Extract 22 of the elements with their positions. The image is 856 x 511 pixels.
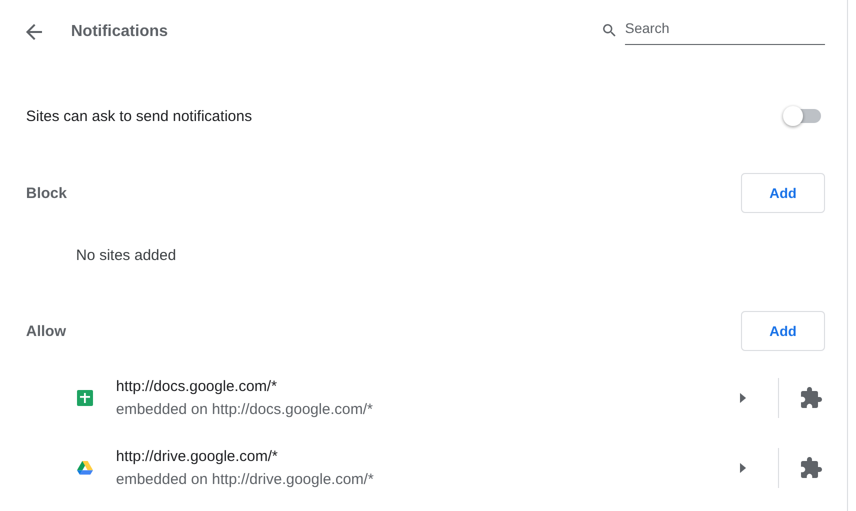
page-title: Notifications: [71, 23, 169, 41]
site-url: http://drive.google.com/*: [116, 448, 279, 465]
toggle-switch[interactable]: [783, 106, 821, 126]
extension-button[interactable]: [799, 386, 823, 410]
setting-label: Sites can ask to send notifications: [26, 108, 252, 124]
extension-button[interactable]: [799, 456, 823, 480]
add-button[interactable]: Add: [741, 173, 825, 213]
spreadsheet-icon: [77, 390, 93, 406]
site-url: http://docs.google.com/*: [116, 378, 278, 395]
section-title: Allow: [26, 322, 66, 340]
puzzle-piece-icon: [799, 456, 823, 480]
site-detail: embedded on http://docs.google.com/*: [116, 401, 374, 418]
section-title: Block: [26, 184, 67, 202]
empty-message: No sites added: [75, 246, 178, 266]
site-detail: embedded on http://drive.google.com/*: [116, 471, 375, 488]
search-icon: [601, 22, 618, 39]
back-arrow-icon: [26, 24, 42, 40]
caret-right-icon: [740, 463, 746, 473]
puzzle-piece-icon: [799, 386, 823, 410]
triangle-logo-icon: [77, 460, 93, 476]
add-button[interactable]: Add: [741, 311, 825, 351]
caret-right-icon: [740, 393, 746, 403]
